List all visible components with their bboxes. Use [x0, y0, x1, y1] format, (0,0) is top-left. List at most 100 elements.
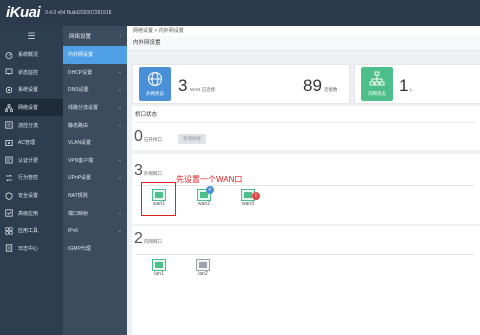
submenu-item[interactable]: DNS设置 ⌄: [63, 81, 127, 99]
flow-icon: [5, 121, 13, 129]
submenu-item-label: 内外网设置: [68, 52, 94, 59]
advanced-icon: [5, 209, 13, 217]
submenu-item[interactable]: VPN客户端 ⌄: [63, 152, 127, 170]
submenu-title: 网络设置: [69, 34, 92, 40]
sidebar-item[interactable]: 系统设置: [0, 81, 63, 99]
app-version: 3.4.0 x64 Build202007281918: [45, 10, 112, 16]
sidebar-item-label: 日志中心: [18, 245, 39, 252]
submenu-item-label: IGMP代理: [68, 245, 91, 252]
lan-port-count-unit: 内网网口: [143, 239, 162, 244]
lan-status-label: 内网状态: [368, 91, 386, 96]
wan-port-count: 3: [134, 162, 143, 179]
bridge-title: 桥口状态: [135, 112, 158, 118]
sidebar-item-label: 认证计费: [18, 157, 39, 164]
chevron-down-icon: ⌄: [117, 104, 122, 111]
ethernet-port-icon: [196, 259, 210, 271]
submenu-item[interactable]: DHCP设置 ⌄: [63, 64, 127, 82]
breadcrumb: 网络设置 > 内外网设置: [127, 26, 480, 36]
sidebar-item-label: 系统设置: [18, 87, 39, 94]
chevron-down-icon: ⌄: [117, 69, 122, 76]
sidebar-item[interactable]: 系统概况: [0, 46, 63, 64]
wan-port-count-unit: 外网网口: [143, 171, 162, 176]
ethernet-port-icon: [152, 189, 166, 201]
sidebar-item[interactable]: 日志中心: [0, 240, 63, 258]
wan-port-name: wan1: [153, 201, 165, 207]
add-bridge-button[interactable]: 新增桥接: [178, 134, 206, 144]
stats-panel: 外网状态 3 WAN 已连接 89 连接数 内网状态 1 L: [132, 64, 480, 104]
sidebar-item-label: 安全设置: [18, 193, 39, 200]
submenu-item-label: IPv6: [68, 227, 79, 234]
lan-port-name: lan2: [198, 271, 208, 277]
submenu-item[interactable]: 线路分流设置 ⌄: [63, 99, 127, 117]
chevron-down-icon: ⌄: [117, 86, 122, 93]
sidebar-item[interactable]: 网络设置: [0, 98, 63, 117]
bridge-count-row: 0已开桥口: [134, 128, 162, 146]
lan-status-card: 内网状态 1 L: [354, 64, 480, 104]
sidebar-item[interactable]: 应用工具: [0, 222, 63, 240]
chevron-down-icon: ⌄: [117, 227, 122, 234]
wan-port-count-row: 3外网网口: [134, 162, 162, 180]
wan-status-card: 外网状态 3 WAN 已连接 89 连接数: [132, 64, 350, 104]
monitor-icon: [5, 68, 13, 76]
submenu-item[interactable]: UPnP设置 ⌄: [63, 169, 127, 187]
wan-port[interactable]: ✓ wan2: [191, 186, 217, 207]
submenu-item[interactable]: VLAN设置: [63, 134, 127, 152]
wan-count-unit: WAN 已连接: [190, 87, 216, 92]
sidebar-item-label: 系统概况: [18, 52, 39, 59]
submenu-item-label: 静态路由: [68, 122, 89, 129]
sidebar-item[interactable]: 认证计费: [0, 152, 63, 170]
lan-port[interactable]: lan2: [190, 259, 216, 277]
auth-icon: [5, 156, 13, 164]
wan-section: 3外网网口 先设置一个WAN口 wan1 ✓ wan2 ! wan3: [132, 154, 480, 224]
sidebar-item[interactable]: 状态监控: [0, 64, 63, 82]
collapse-icon[interactable]: ‹: [119, 33, 121, 39]
lan-section: 2内网网口 lan1 lan2: [132, 226, 480, 335]
wan-port[interactable]: wan1: [146, 189, 172, 207]
page-title: 内外网设置: [127, 36, 480, 51]
ac-icon: [5, 139, 13, 147]
submenu-item-label: 端口映射: [68, 210, 89, 217]
tools-icon: [5, 227, 13, 235]
submenu-item[interactable]: IGMP代理: [63, 240, 127, 258]
sidebar-item-label: 应用工具: [18, 228, 39, 235]
lan-port[interactable]: lan1: [146, 259, 172, 277]
submenu-item[interactable]: 内外网设置: [63, 46, 127, 64]
sidebar-item-label: 状态监控: [18, 69, 39, 76]
connected-badge-icon: ✓: [206, 186, 214, 194]
submenu-item-label: DNS设置: [68, 87, 89, 94]
submenu-item-label: NAT规则: [68, 193, 88, 200]
divider: [135, 185, 475, 186]
submenu-item-label: UPnP设置: [68, 175, 92, 182]
submenu-item[interactable]: 端口映射 ⌄: [63, 204, 127, 222]
globe-icon: [148, 72, 162, 86]
sidebar-item[interactable]: AC管理: [0, 134, 63, 152]
top-bar: iKuai 3.4.0 x64 Build202007281918: [0, 0, 480, 26]
annotation-text: 先设置一个WAN口: [176, 175, 243, 184]
submenu-item[interactable]: NAT规则: [63, 187, 127, 205]
submenu-item[interactable]: 静态路由 ⌄: [63, 116, 127, 134]
lan-status-icon: 内网状态: [361, 67, 393, 101]
wan-port[interactable]: ! wan3: [235, 189, 261, 207]
submenu: 网络设置 ‹ 内外网设置 DHCP设置 ⌄ DNS设置 ⌄ 线路分流设置 ⌄ 静态路由 ⌄ VLA…: [63, 26, 127, 335]
menu-icon: ☰: [27, 31, 36, 41]
lan-port-name: lan1: [154, 271, 164, 277]
submenu-item-label: 线路分流设置: [68, 105, 99, 112]
submenu-item-label: VLAN设置: [68, 140, 92, 147]
submenu-item[interactable]: IPv6 ⌄: [63, 222, 127, 240]
behavior-icon: [5, 174, 13, 182]
wan-port-name: wan2: [198, 201, 210, 207]
submenu-item-label: VPN客户端: [68, 157, 94, 164]
menu-toggle-button[interactable]: ☰: [0, 26, 63, 46]
sidebar-item[interactable]: 安全设置: [0, 187, 63, 205]
divider: [135, 122, 475, 123]
chevron-down-icon: ⌄: [117, 210, 122, 217]
network-icon: [5, 103, 13, 112]
sidebar: ☰ 系统概况状态监控系统设置网络设置 流控分流 AC管理认证计费行为管控安全设置高级…: [0, 26, 63, 335]
sidebar-item[interactable]: 流控分流: [0, 116, 63, 134]
sidebar-item[interactable]: 高级应用: [0, 204, 63, 222]
warning-badge-icon: !: [252, 192, 260, 200]
wan-port-name: wan3: [242, 201, 254, 207]
shield-icon: [5, 191, 13, 200]
lan-port-count: 2: [134, 230, 143, 247]
sidebar-item[interactable]: 行为管控: [0, 169, 63, 187]
